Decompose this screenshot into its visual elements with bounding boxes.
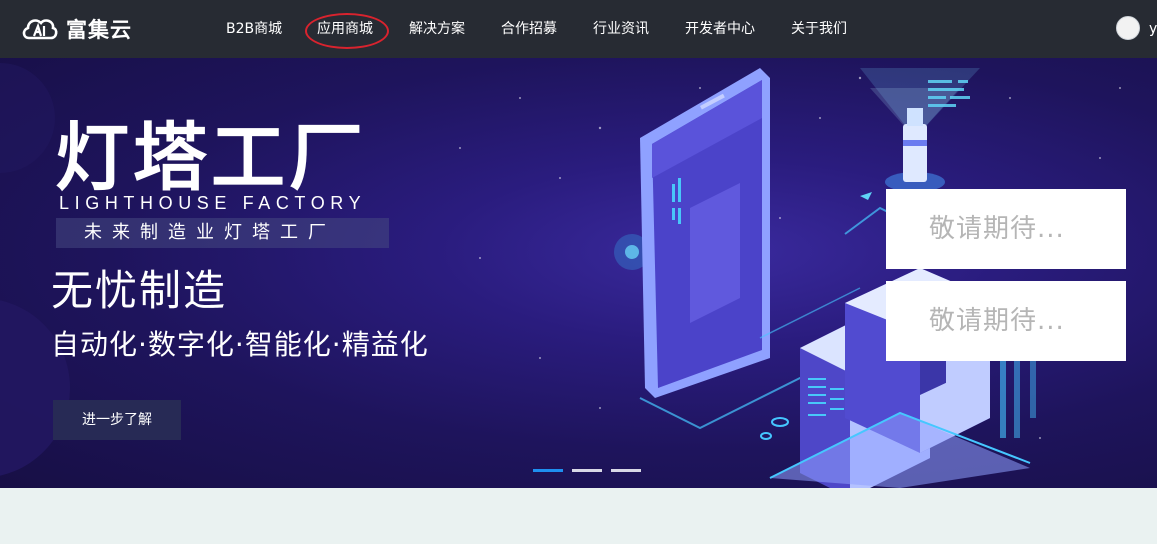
user-avatar[interactable] xyxy=(1116,16,1140,40)
nav-item-developer-center[interactable]: 开发者中心 xyxy=(685,18,755,40)
top-navigation-bar: 富集云 B2B商城 应用商城 解决方案 合作招募 行业资讯 开发者中心 关于我们… xyxy=(0,0,1157,58)
nav-item-industry-news[interactable]: 行业资讯 xyxy=(593,18,649,40)
nav-item-partner-recruit[interactable]: 合作招募 xyxy=(501,18,557,40)
user-name[interactable]: y xyxy=(1149,18,1157,40)
carousel-dot-1[interactable] xyxy=(533,469,563,472)
carousel-dot-2[interactable] xyxy=(572,469,602,472)
nav-item-app-store[interactable]: 应用商城 xyxy=(305,13,389,49)
hero-title: 灯塔工厂 xyxy=(55,115,367,201)
brand-logo[interactable]: 富集云 xyxy=(20,14,132,44)
cloud-logo-icon xyxy=(22,19,58,40)
nav-item-b2b-mall[interactable]: B2B商城 xyxy=(226,18,282,40)
hero-tagline: 未来制造业灯塔工厂 xyxy=(56,218,389,248)
coming-soon-card[interactable]: 敬请期待... xyxy=(886,281,1126,361)
hero-features: 自动化·数字化·智能化·精益化 xyxy=(51,328,429,361)
nav-item-solutions[interactable]: 解决方案 xyxy=(409,18,465,40)
learn-more-button[interactable]: 进一步了解 xyxy=(53,400,181,440)
content-area xyxy=(0,488,1157,544)
hero-subtitle: 无忧制造 xyxy=(51,266,228,315)
hero-title-en: LIGHTHOUSE FACTORY xyxy=(59,193,367,213)
brand-name: 富集云 xyxy=(66,18,132,42)
carousel-dot-3[interactable] xyxy=(611,469,641,472)
hero-banner: 灯塔工厂 LIGHTHOUSE FACTORY 未来制造业灯塔工厂 无忧制造 自… xyxy=(0,58,1157,488)
coming-soon-card[interactable]: 敬请期待... xyxy=(886,189,1126,269)
carousel-indicators xyxy=(533,469,641,472)
nav-item-about-us[interactable]: 关于我们 xyxy=(791,18,847,40)
